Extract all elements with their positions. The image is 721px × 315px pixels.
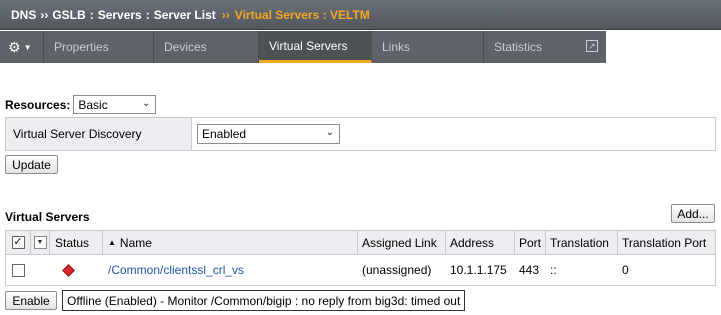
- select-all-cell: ✓: [6, 231, 31, 254]
- tab-devices[interactable]: Devices: [154, 31, 259, 63]
- discovery-label: Virtual Server Discovery: [6, 118, 192, 150]
- discovery-select[interactable]: Enabled ⌄: [197, 124, 340, 144]
- virtual-servers-table: ✓ ▼ Status ▲ Name Assigned Link Address …: [5, 230, 716, 286]
- breadcrumb-gslb[interactable]: GSLB: [52, 8, 85, 22]
- col-name-label: Name: [119, 235, 152, 250]
- col-translation[interactable]: Translation: [546, 231, 618, 254]
- popout-icon[interactable]: ↗: [586, 40, 598, 52]
- select-all-checkbox[interactable]: ✓: [11, 236, 25, 249]
- tab-statistics[interactable]: Statistics ↗: [484, 31, 606, 63]
- col-name[interactable]: ▲ Name: [103, 231, 358, 254]
- sort-ascending-icon: ▲: [108, 238, 116, 247]
- discovery-value-cell: Enabled ⌄: [192, 118, 715, 150]
- discovery-value: Enabled: [202, 127, 247, 141]
- row-select-cell: [6, 255, 31, 285]
- tab-links[interactable]: Links: [372, 31, 484, 63]
- translation-port-cell: 0: [622, 263, 629, 277]
- row-checkbox[interactable]: [12, 263, 25, 277]
- table-row: /Common/clientssl_crl_vs (unassigned) 10…: [6, 255, 715, 285]
- resources-value: Basic: [78, 97, 108, 112]
- status-offline-icon[interactable]: [62, 263, 75, 277]
- assigned-link-cell: (unassigned): [362, 263, 432, 277]
- resources-label: Resources:: [5, 97, 71, 112]
- virtual-server-link[interactable]: /Common/clientssl_crl_vs: [108, 263, 244, 277]
- status-cell: [50, 255, 103, 285]
- chevron-down-icon: ⌄: [325, 127, 334, 138]
- update-button[interactable]: Update: [5, 155, 58, 174]
- breadcrumb-colon-2: :: [145, 7, 150, 22]
- status-tooltip: Offline (Enabled) - Monitor /Common/bigi…: [62, 290, 466, 311]
- col-translation-port[interactable]: Translation Port: [618, 231, 715, 254]
- resources-row: Resources: Basic ⌄: [5, 95, 157, 114]
- tab-statistics-label: Statistics: [494, 40, 543, 54]
- breadcrumb-dns[interactable]: DNS: [11, 8, 36, 22]
- col-port[interactable]: Port: [515, 231, 546, 254]
- tab-virtual-servers[interactable]: Virtual Servers: [259, 31, 372, 63]
- breadcrumb-raquo: ››: [221, 7, 230, 22]
- col-assigned-link[interactable]: Assigned Link: [358, 231, 446, 254]
- column-menu-icon[interactable]: ▼: [33, 236, 47, 249]
- discovery-table: Virtual Server Discovery Enabled ⌄: [5, 117, 716, 151]
- chevron-down-icon: ⌄: [141, 98, 151, 109]
- breadcrumb: DNS ›› GSLB : Servers : Server List ›› V…: [0, 0, 721, 30]
- breadcrumb-server-list[interactable]: Server List: [154, 8, 216, 22]
- breadcrumb-separator: ››: [40, 7, 49, 22]
- chevron-down-icon: ▼: [23, 42, 32, 52]
- tab-bar: ⚙ ▼ Properties Devices Virtual Servers L…: [0, 31, 606, 63]
- row-spacer: [31, 255, 50, 285]
- table-header: ✓ ▼ Status ▲ Name Assigned Link Address …: [6, 231, 715, 255]
- add-button[interactable]: Add...: [671, 204, 715, 223]
- breadcrumb-servers[interactable]: Servers: [98, 8, 142, 22]
- tab-gear-menu[interactable]: ⚙ ▼: [0, 31, 44, 63]
- virtual-servers-title: Virtual Servers: [5, 210, 90, 224]
- enable-button[interactable]: Enable: [5, 291, 57, 310]
- breadcrumb-current: Virtual Servers : VELTM: [234, 7, 370, 22]
- col-status[interactable]: Status: [50, 231, 103, 254]
- gear-icon: ⚙: [8, 38, 21, 55]
- port-cell: 443: [519, 263, 540, 277]
- col-address[interactable]: Address: [446, 231, 515, 254]
- translation-cell: ::: [550, 263, 557, 277]
- name-cell: /Common/clientssl_crl_vs: [103, 255, 358, 285]
- breadcrumb-colon: :: [89, 7, 94, 22]
- resources-select[interactable]: Basic ⌄: [73, 95, 157, 114]
- column-menu-cell: ▼: [31, 231, 50, 254]
- address-cell: 10.1.1.175: [450, 263, 507, 277]
- tab-properties[interactable]: Properties: [44, 31, 154, 63]
